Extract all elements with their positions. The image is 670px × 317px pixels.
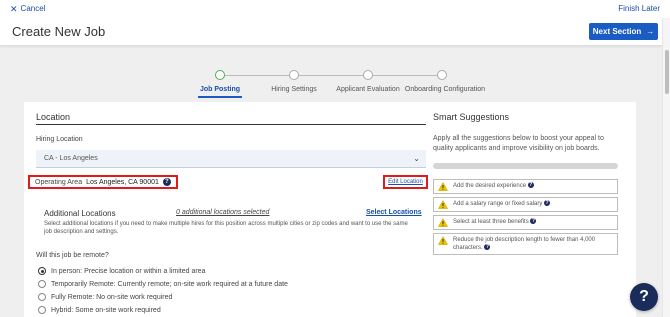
- next-section-label: Next Section: [592, 27, 642, 36]
- suggestion-item[interactable]: Select at least three benefits ?: [433, 215, 618, 230]
- page-title: Create New Job: [12, 24, 106, 39]
- radio-button[interactable]: [38, 280, 46, 288]
- radio-button-selected[interactable]: [38, 267, 46, 275]
- help-icon[interactable]: ?: [544, 200, 551, 207]
- warning-icon: [438, 200, 448, 209]
- smart-suggestions-title: Smart Suggestions: [433, 112, 510, 122]
- help-button[interactable]: ?: [630, 283, 658, 311]
- help-icon[interactable]: ?: [530, 218, 537, 225]
- operating-area-highlight: Operating Area Los Angeles, CA 90001 ?: [28, 175, 178, 189]
- step-connector: [299, 75, 363, 76]
- cancel-link[interactable]: ✕ Cancel: [10, 4, 45, 13]
- step-dot-onboarding-configuration[interactable]: [437, 70, 447, 80]
- hiring-location-value: CA - Los Angeles: [44, 155, 98, 162]
- remote-question: Will this job be remote?: [36, 252, 109, 259]
- remote-option-in-person[interactable]: In person: Precise location or within a …: [38, 267, 205, 275]
- remote-option-label: Fully Remote: No on-site work required: [51, 293, 173, 301]
- job-posting-card: Location Hiring Location CA - Los Angele…: [24, 102, 636, 317]
- suggestion-text: Reduce the job description length to few…: [453, 237, 596, 251]
- select-locations-link[interactable]: Select Locations: [366, 209, 422, 216]
- remote-option-label: Hybrid: Some on-site work required: [51, 306, 161, 314]
- progress-stepper: Job Posting Hiring Settings Applicant Ev…: [190, 70, 485, 98]
- remote-option-hybrid[interactable]: Hybrid: Some on-site work required: [38, 306, 161, 314]
- step-dot-applicant-evaluation[interactable]: [363, 70, 373, 80]
- active-step-indicator: [198, 96, 242, 98]
- remote-option-temporarily-remote[interactable]: Temporarily Remote: Currently remote; on…: [38, 280, 288, 288]
- warning-icon: [438, 182, 448, 191]
- help-icon[interactable]: ?: [527, 182, 534, 189]
- step-dot-hiring-settings[interactable]: [289, 70, 299, 80]
- section-divider: [36, 124, 426, 125]
- remote-option-fully-remote[interactable]: Fully Remote: No on-site work required: [38, 293, 172, 301]
- additional-locations-count: 0 additional locations selected: [176, 209, 270, 216]
- suggestion-item[interactable]: Reduce the job description length to few…: [433, 233, 618, 255]
- operating-area-label: Operating Area: [35, 178, 83, 186]
- step-label-onboarding-configuration[interactable]: Onboarding Configuration: [405, 86, 485, 93]
- close-icon: ✕: [10, 3, 18, 14]
- edit-location-link[interactable]: Edit Location: [383, 175, 428, 189]
- remote-option-label: Temporarily Remote: Currently remote; on…: [51, 280, 288, 288]
- scrollbar-thumb[interactable]: [665, 50, 669, 94]
- additional-locations-title: Additional Locations: [44, 209, 116, 218]
- title-bar: Create New Job Next Section →: [0, 18, 662, 46]
- step-label-job-posting[interactable]: Job Posting: [200, 86, 240, 93]
- help-icon[interactable]: ?: [162, 178, 171, 186]
- help-icon[interactable]: ?: [484, 244, 491, 251]
- finish-later-link[interactable]: Finish Later: [618, 4, 660, 13]
- operating-area-value: Los Angeles, CA 90001: [86, 178, 159, 186]
- cancel-label: Cancel: [20, 4, 46, 13]
- step-label-applicant-evaluation[interactable]: Applicant Evaluation: [336, 86, 399, 93]
- warning-icon: [438, 236, 448, 245]
- hiring-location-label: Hiring Location: [36, 136, 83, 143]
- arrow-right-icon: →: [646, 27, 655, 36]
- hiring-location-select[interactable]: CA - Los Angeles ⌄: [36, 150, 426, 168]
- step-connector: [225, 75, 289, 76]
- suggestions-progress-bar: [433, 163, 618, 169]
- suggestion-text: Select at least three benefits ?: [453, 218, 537, 225]
- radio-button[interactable]: [38, 293, 46, 301]
- additional-locations-description: Select additional locations if you need …: [44, 221, 408, 235]
- top-bar: ✕ Cancel Finish Later: [0, 0, 670, 18]
- next-section-button[interactable]: Next Section →: [589, 23, 658, 40]
- suggestion-item[interactable]: Add the desired experience ?: [433, 179, 618, 194]
- suggestion-item[interactable]: Add a salary range or fixed salary ?: [433, 197, 618, 212]
- smart-suggestions-description: Apply all the suggestions below to boost…: [433, 135, 604, 152]
- step-dot-job-posting[interactable]: [215, 70, 225, 80]
- location-section-title: Location: [36, 112, 71, 122]
- radio-button[interactable]: [38, 306, 46, 314]
- page-scrollbar[interactable]: [662, 18, 670, 317]
- suggestion-text: Add the desired experience ?: [453, 182, 534, 189]
- suggestion-text: Add a salary range or fixed salary ?: [453, 200, 551, 207]
- step-connector: [373, 75, 437, 76]
- warning-icon: [438, 218, 448, 227]
- remote-option-label: In person: Precise location or within a …: [51, 267, 206, 275]
- chevron-down-icon: ⌄: [413, 154, 420, 163]
- step-label-hiring-settings[interactable]: Hiring Settings: [271, 86, 317, 93]
